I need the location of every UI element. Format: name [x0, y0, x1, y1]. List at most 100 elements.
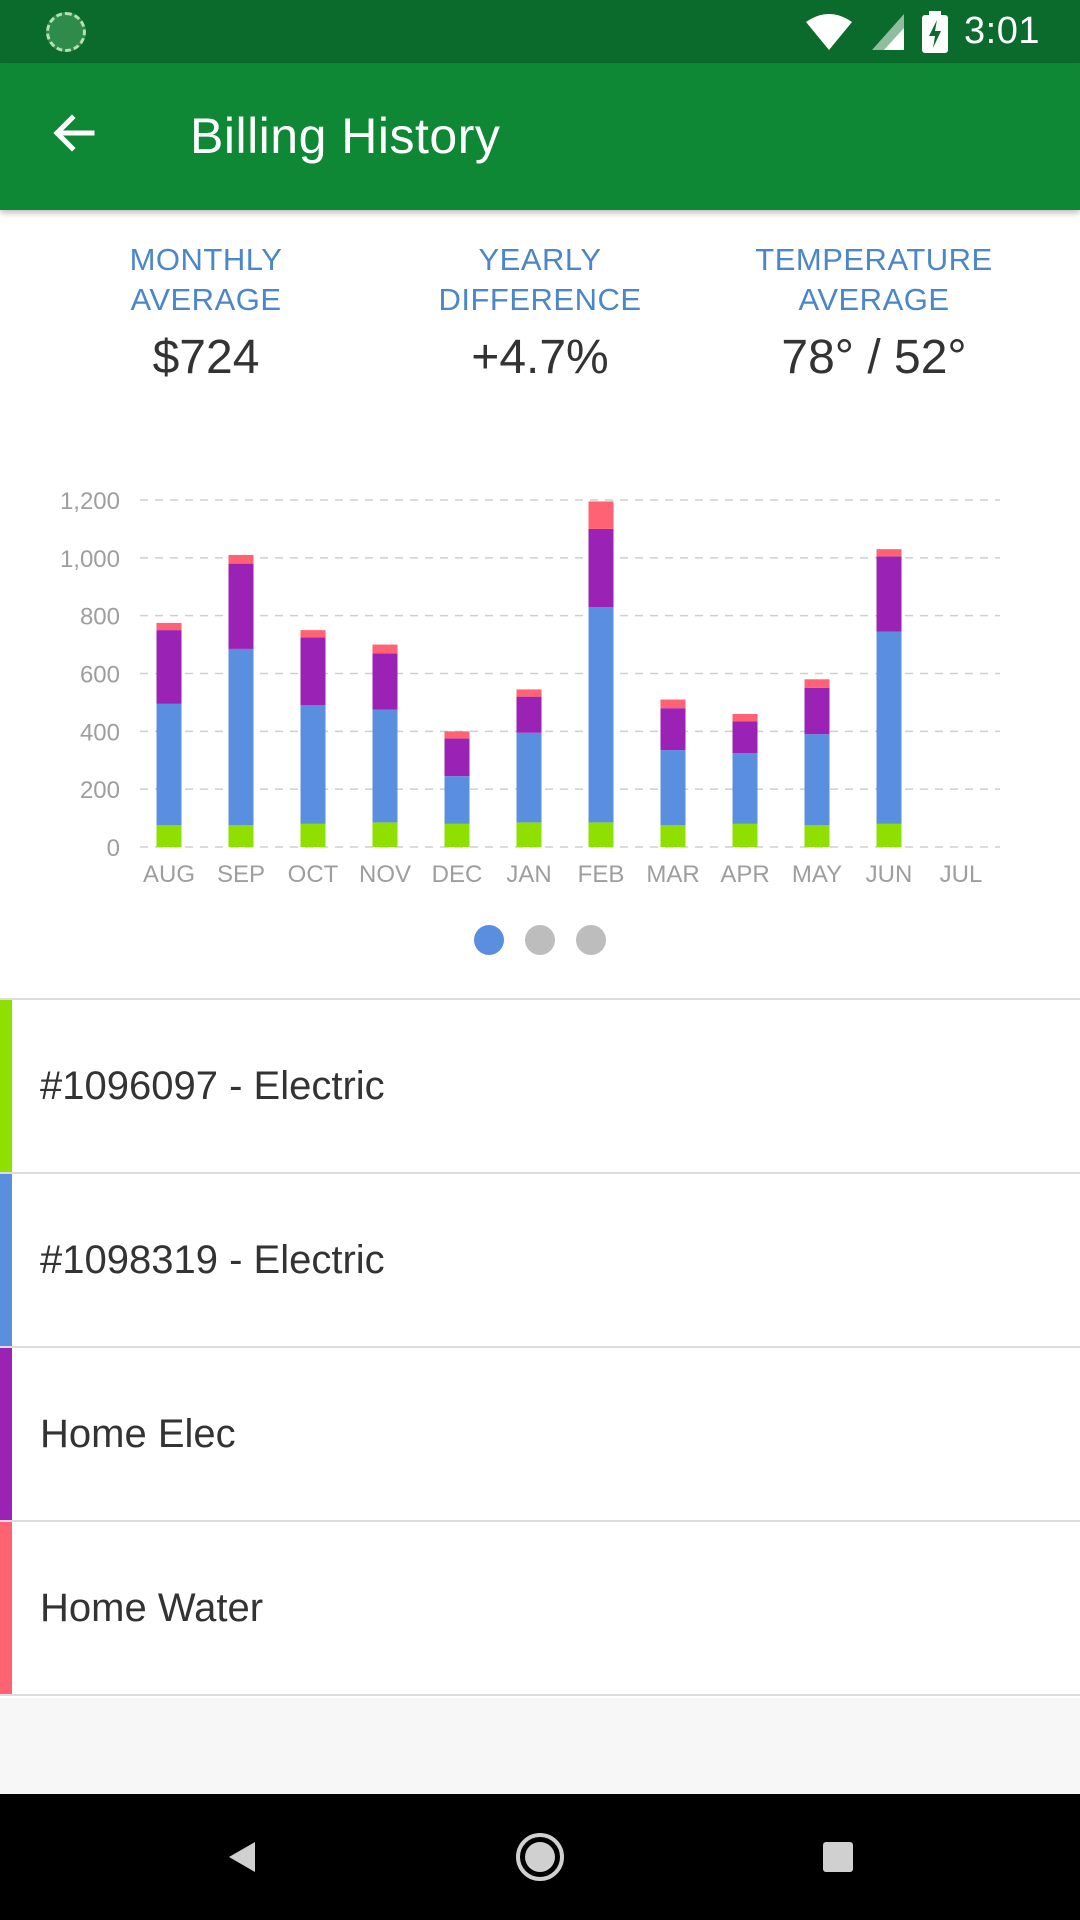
- bar-segment: [804, 734, 830, 826]
- x-tick-label: AUG: [143, 861, 195, 888]
- x-tick-label: MAR: [646, 861, 699, 888]
- page-title: Billing History: [190, 108, 501, 164]
- stat-value: $724: [152, 331, 260, 384]
- bar-segment: [372, 644, 398, 654]
- summary-stats: MONTHLY AVERAGE $724 YEARLY DIFFERENCE +…: [0, 240, 1080, 410]
- battery-charging-icon: [922, 10, 949, 53]
- y-tick-label: 600: [80, 662, 120, 689]
- y-tick-label: 200: [80, 777, 120, 804]
- account-color-bar: [0, 1174, 12, 1346]
- bar-segment: [516, 732, 542, 823]
- stat-value: 78° / 52°: [781, 331, 967, 384]
- bar-segment: [876, 631, 902, 824]
- bar-segment: [228, 563, 254, 649]
- bar-segment: [228, 825, 254, 847]
- bar-segment: [300, 637, 326, 706]
- bar-segment: [660, 825, 686, 847]
- pager-dot[interactable]: [474, 925, 504, 955]
- bar-segment: [516, 689, 542, 697]
- bar-segment: [732, 713, 758, 722]
- bar-segment: [516, 696, 542, 733]
- bar-segment: [732, 823, 758, 847]
- list-item[interactable]: #1096097 - Electric: [0, 1000, 1080, 1174]
- bar-segment: [876, 823, 902, 847]
- app-bar: Billing History: [0, 63, 1080, 210]
- x-tick-label: FEB: [578, 861, 625, 888]
- stat-yearly-difference: YEARLY DIFFERENCE +4.7%: [390, 240, 690, 385]
- bar-segment: [444, 823, 470, 847]
- chart-pager: [0, 925, 1080, 957]
- signal-icon: [872, 13, 905, 50]
- x-tick-label: JUL: [940, 861, 983, 888]
- y-tick-label: 0: [107, 835, 120, 862]
- list-item[interactable]: #1098319 - Electric: [0, 1174, 1080, 1348]
- bar-segment: [660, 750, 686, 826]
- x-tick-label: JAN: [506, 861, 551, 888]
- pager-dot[interactable]: [576, 925, 606, 955]
- x-tick-label: MAY: [792, 861, 842, 888]
- bar-segment: [300, 823, 326, 847]
- y-tick-label: 1,000: [60, 546, 120, 573]
- x-tick-label: JUN: [866, 861, 913, 888]
- back-triangle-icon[interactable]: [205, 1822, 275, 1892]
- bar-segment: [372, 653, 398, 710]
- account-label: #1098319 - Electric: [40, 1238, 385, 1282]
- bar-segment: [228, 648, 254, 826]
- bar-segment: [300, 630, 326, 638]
- bar-segment: [588, 822, 614, 847]
- y-tick-label: 400: [80, 719, 120, 746]
- account-label: Home Water: [40, 1586, 264, 1630]
- bar-segment: [732, 753, 758, 824]
- stat-label: YEARLY DIFFERENCE: [438, 242, 642, 317]
- list-footer-space: [0, 1698, 1080, 1794]
- bar-segment: [804, 825, 830, 847]
- x-tick-label: SEP: [217, 861, 265, 888]
- system-nav-bar: [0, 1794, 1080, 1920]
- bar-segment: [444, 776, 470, 824]
- bar-segment: [300, 705, 326, 824]
- bar-segment: [876, 556, 902, 632]
- bar-segment: [588, 606, 614, 823]
- bar-segment: [588, 501, 614, 529]
- pager-dot[interactable]: [525, 925, 555, 955]
- bar-segment: [156, 630, 182, 704]
- recents-square-icon[interactable]: [803, 1822, 873, 1892]
- y-tick-label: 1,200: [60, 488, 120, 515]
- y-tick-label: 800: [80, 604, 120, 631]
- account-color-bar: [0, 1348, 12, 1520]
- account-color-bar: [0, 1522, 12, 1694]
- status-bar: 3:01: [0, 0, 1080, 63]
- account-list: #1096097 - Electric #1098319 - Electric …: [0, 998, 1080, 1696]
- x-tick-label: APR: [720, 861, 769, 888]
- bar-segment: [156, 825, 182, 847]
- stat-label: TEMPERATURE AVERAGE: [755, 242, 993, 317]
- account-label: #1096097 - Electric: [40, 1064, 385, 1108]
- app-notification-icon: [46, 12, 86, 52]
- bar-segment: [228, 554, 254, 564]
- billing-chart[interactable]: 0 200 400 600 800 1,000 1,200 AUG SEP OCT NOV DEC JA…: [0, 470, 1080, 900]
- bar-segment: [804, 679, 830, 688]
- x-tick-label: NOV: [359, 861, 411, 888]
- bar-segment: [444, 731, 470, 739]
- arrow-back-icon[interactable]: [44, 103, 104, 163]
- bar-segment: [444, 738, 470, 777]
- status-icons: 3:01: [804, 0, 1040, 63]
- billing-chart-svg: 0 200 400 600 800 1,000 1,200 AUG SEP OCT NOV DEC JA…: [60, 488, 1000, 888]
- list-item[interactable]: Home Elec: [0, 1348, 1080, 1522]
- stat-monthly-average: MONTHLY AVERAGE $724: [56, 240, 356, 385]
- bar-segment: [804, 687, 830, 735]
- bar-segment: [660, 708, 686, 751]
- list-item[interactable]: Home Water: [0, 1522, 1080, 1696]
- bar-segment: [516, 822, 542, 847]
- x-tick-label: OCT: [288, 861, 339, 888]
- home-circle-icon[interactable]: [505, 1822, 575, 1892]
- wifi-icon: [806, 13, 853, 50]
- stat-value: +4.7%: [471, 331, 609, 384]
- bar-segment: [660, 699, 686, 709]
- bar-segment: [156, 703, 182, 826]
- account-color-bar: [0, 1000, 12, 1172]
- bar-segment: [588, 528, 614, 607]
- account-label: Home Elec: [40, 1412, 236, 1456]
- status-time: 3:01: [964, 10, 1040, 52]
- stat-temperature-average: TEMPERATURE AVERAGE 78° / 52°: [724, 240, 1024, 385]
